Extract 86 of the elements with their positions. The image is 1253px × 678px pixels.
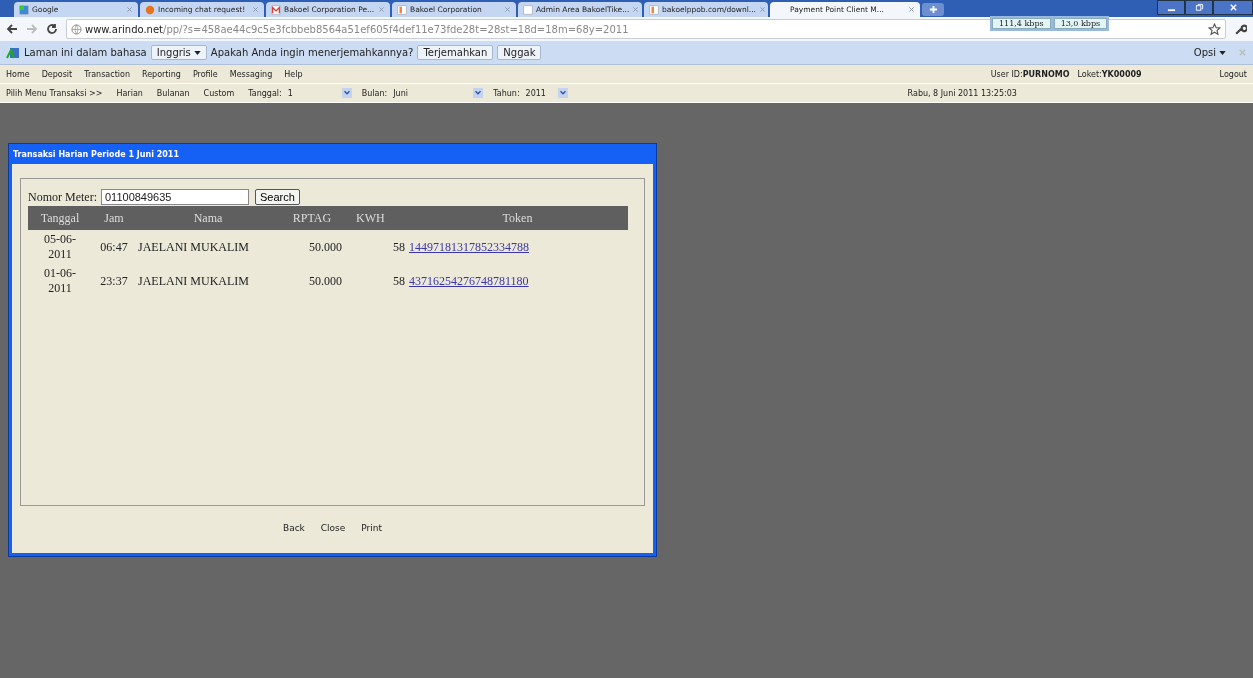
table-cell: 50.000 — [309, 239, 342, 254]
dialog-title: Transaksi Harian Periode 1 Juni 2011 — [12, 148, 180, 161]
reload-icon[interactable] — [46, 23, 58, 35]
wrench-icon[interactable] — [1234, 22, 1247, 36]
table-cell: 58 — [393, 239, 405, 254]
close-icon[interactable] — [504, 6, 511, 13]
meter-input[interactable]: 01100849635 — [101, 189, 249, 205]
close-button[interactable] — [1213, 0, 1253, 15]
favicon-icon — [397, 4, 407, 15]
table-cell: JAELANI MUKALIM — [138, 273, 249, 288]
column-header: KWH — [344, 206, 407, 230]
filter-label: Bulan: — [361, 88, 388, 98]
chevron-down-icon — [341, 88, 352, 98]
menu-item[interactable]: Profile — [192, 69, 218, 79]
plus-icon — [928, 5, 938, 14]
column-header: Nama — [136, 206, 280, 230]
filter-label: Tahun: — [493, 88, 520, 98]
close-icon[interactable] — [378, 6, 385, 13]
close-icon[interactable] — [1238, 48, 1247, 57]
speed-badge: 13,0 kbps — [1053, 18, 1108, 29]
translate-icon — [6, 45, 20, 60]
table-cell: 23:37 — [100, 273, 128, 288]
search-button[interactable]: Search — [255, 189, 300, 205]
submenu-link[interactable]: Harian — [116, 88, 143, 98]
mail-icon — [271, 4, 281, 15]
url-text: www.arindo.net/pp/?s=458ae44c9c5e3fcbbeb8564a51ef605f4def11e73fde28t=28st=18d=18m=68y=2011 — [85, 23, 629, 35]
forward-icon[interactable] — [26, 23, 38, 35]
close-icon — [1228, 3, 1238, 12]
filter-dropdown[interactable]: Juni — [393, 88, 484, 98]
column-header: Jam — [92, 206, 136, 230]
meter-label: Nomor Meter: — [28, 189, 97, 205]
table-cell: 06:47 — [100, 239, 128, 254]
table-cell-text: 01-06-2011 — [43, 266, 77, 296]
translate-button[interactable]: Nggak — [497, 45, 542, 60]
favicon-icon — [19, 4, 29, 15]
close-icon[interactable] — [632, 6, 640, 13]
footer-link[interactable]: Back — [282, 523, 305, 533]
menu-item[interactable]: Messaging — [229, 69, 273, 79]
user-id: User ID:PURNOMO — [990, 69, 1070, 79]
chevron-down-icon — [557, 88, 568, 98]
speed-badge: 111,4 kbps — [992, 18, 1051, 29]
language-dropdown[interactable]: Inggris — [150, 45, 207, 60]
close-icon[interactable] — [759, 6, 766, 13]
minimize-button[interactable] — [1157, 0, 1185, 15]
column-header: Token — [407, 206, 628, 230]
menu-item[interactable]: Home — [6, 69, 30, 79]
datetime-text: Rabu, 8 Juni 2011 13:25:03 — [907, 88, 1017, 98]
menu-item[interactable]: Transaction — [84, 69, 130, 79]
restore-icon — [1194, 3, 1204, 12]
star-icon[interactable] — [1208, 22, 1221, 36]
table-cell: 50.000 — [309, 273, 342, 288]
menu-item[interactable]: Help — [284, 69, 303, 79]
footer-link[interactable]: Print — [361, 523, 383, 533]
submenu-label: Pilih Menu Transaksi >> — [6, 88, 103, 98]
options-menu[interactable]: Opsi — [1193, 47, 1226, 58]
favicon-icon — [649, 4, 659, 15]
menu-item[interactable]: Deposit — [41, 69, 73, 79]
new-tab-button[interactable] — [922, 3, 944, 16]
table-cell-text: 05-06-2011 — [43, 232, 77, 262]
chevron-down-icon — [473, 88, 484, 98]
back-icon[interactable] — [6, 23, 18, 35]
translate-button[interactable]: Terjemahkan — [417, 45, 494, 60]
table-cell: JAELANI MUKALIM — [138, 239, 249, 254]
caret-icon — [193, 50, 201, 55]
close-icon[interactable] — [252, 6, 259, 13]
submenu-link[interactable]: Bulanan — [156, 88, 190, 98]
loket-id: Loket:YK00009 — [1077, 69, 1142, 79]
column-header: RPTAG — [280, 206, 344, 230]
close-icon[interactable] — [908, 6, 915, 13]
submenu-link[interactable]: Custom — [203, 88, 235, 98]
token-link[interactable]: 14497181317852334788 — [409, 239, 529, 254]
logout-link[interactable]: Logout — [1219, 69, 1247, 79]
filter-dropdown[interactable]: 2011 — [525, 88, 568, 98]
translate-text: Laman ini dalam bahasa — [24, 47, 147, 58]
page-icon — [523, 4, 533, 15]
translate-question: Apakah Anda ingin menerjemahkannya? — [210, 47, 414, 58]
close-icon[interactable] — [126, 6, 133, 13]
table-cell: 58 — [393, 273, 405, 288]
caret-icon — [1219, 50, 1226, 55]
filter-label: Tanggal: — [248, 88, 282, 98]
restore-button[interactable] — [1185, 0, 1213, 15]
footer-link[interactable]: Close — [320, 523, 346, 533]
filter-dropdown[interactable]: 1 — [287, 88, 352, 98]
token-link[interactable]: 43716254276748781180 — [409, 273, 529, 288]
menu-item[interactable]: Reporting — [142, 69, 181, 79]
column-header: Tanggal — [28, 206, 92, 230]
